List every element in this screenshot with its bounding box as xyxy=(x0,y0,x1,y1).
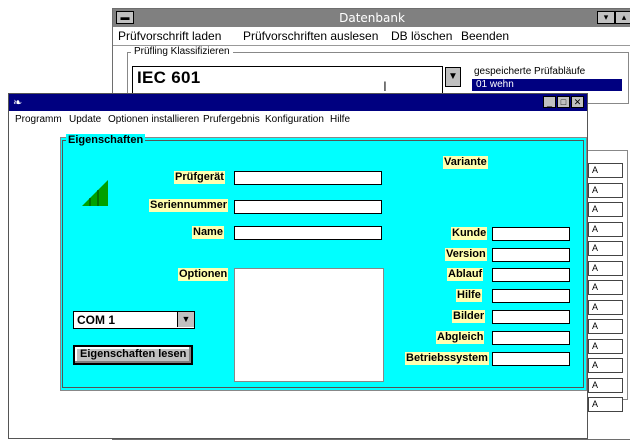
classification-value: IEC 601 xyxy=(137,68,201,87)
back-list-row[interactable]: A xyxy=(588,163,623,178)
label-variante: Variante xyxy=(443,156,488,169)
label-kunde: Kunde xyxy=(451,227,488,240)
minimize-icon[interactable]: _ xyxy=(543,96,556,108)
app-icon[interactable]: ❧ xyxy=(13,96,22,109)
back-list-row[interactable]: A xyxy=(588,260,623,276)
optionen-list[interactable] xyxy=(234,268,384,382)
read-properties-button-label: Eigenschaften lesen xyxy=(80,348,187,360)
back-list-row[interactable]: A xyxy=(588,241,623,256)
pruefgeraet-field[interactable] xyxy=(234,171,382,185)
menu-optionen-installieren[interactable]: Optionen installieren xyxy=(108,114,199,125)
menu-konfiguration[interactable]: Konfiguration xyxy=(265,114,324,125)
menu-pruefergebnis[interactable]: Prufergebnis xyxy=(203,114,260,125)
label-bilder: Bilder xyxy=(452,310,486,323)
label-ablauf: Ablauf xyxy=(447,268,484,281)
back-list-row[interactable]: A xyxy=(588,397,623,412)
maximize-icon[interactable]: ▴ xyxy=(615,11,630,24)
chevron-down-icon[interactable]: ▼ xyxy=(177,312,194,327)
main-menubar: Programm Update Optionen installieren Pr… xyxy=(9,111,587,128)
hilfe-field[interactable] xyxy=(492,289,570,303)
saved-runs-item[interactable]: 01 wehn xyxy=(476,79,514,90)
datenbank-menubar: Prüfvorschrift laden Prüfvorschriften au… xyxy=(113,27,630,46)
classification-dropdown-button[interactable]: ▼ xyxy=(445,67,461,87)
maximize-icon[interactable]: □ xyxy=(557,96,570,108)
label-pruefgeraet: Prüfgerät xyxy=(174,171,225,184)
version-field[interactable] xyxy=(492,248,570,262)
back-list-row[interactable]: A xyxy=(588,299,623,315)
com-port-value: COM 1 xyxy=(77,313,116,327)
back-list-row[interactable]: A xyxy=(588,221,623,237)
label-name: Name xyxy=(192,226,224,239)
main-titlebar[interactable]: ❧ _ □ ✕ xyxy=(9,94,587,111)
ablauf-field[interactable] xyxy=(492,268,570,282)
label-betriebssystem: Betriebssystem xyxy=(405,352,489,365)
name-field[interactable] xyxy=(234,226,382,240)
back-list-row[interactable]: A xyxy=(588,377,623,393)
menu-update[interactable]: Update xyxy=(69,114,101,125)
signal-strength-icon xyxy=(82,180,108,206)
menu-programm[interactable]: Programm xyxy=(15,114,62,125)
bilder-field[interactable] xyxy=(492,310,570,324)
seriennummer-field[interactable] xyxy=(234,200,382,214)
kunde-field[interactable] xyxy=(492,227,570,241)
menu-db-loeschen[interactable]: DB löschen xyxy=(391,29,452,43)
label-abgleich: Abgleich xyxy=(436,331,485,344)
back-list-row[interactable]: A xyxy=(588,202,623,217)
datenbank-titlebar[interactable]: ▬ Datenbank ▾ ▴ xyxy=(113,9,630,27)
menu-pruefvorschrift-laden[interactable]: Prüfvorschrift laden xyxy=(118,29,221,43)
menu-pruefvorschriften-auslesen[interactable]: Prüfvorschriften auslesen xyxy=(243,29,378,43)
betriebssystem-field[interactable] xyxy=(492,352,570,366)
label-optionen: Optionen xyxy=(178,268,229,281)
back-list-row[interactable]: A xyxy=(588,358,623,373)
properties-title: Eigenschaften xyxy=(66,134,146,146)
back-list-row[interactable]: A xyxy=(588,280,623,295)
classification-group-label: Prüfling Klassifizieren xyxy=(131,46,233,57)
minimize-icon[interactable]: ▾ xyxy=(597,11,615,24)
abgleich-field[interactable] xyxy=(492,331,570,345)
back-list-row[interactable]: A xyxy=(588,338,623,354)
label-hilfe: Hilfe xyxy=(456,289,482,302)
saved-runs-label: gespeicherte Prüfabläufe xyxy=(474,66,586,77)
back-list-row[interactable]: A xyxy=(588,182,623,198)
back-list-row[interactable]: A xyxy=(588,319,623,334)
text-cursor-icon: I xyxy=(383,78,387,94)
label-seriennummer: Seriennummer xyxy=(149,199,229,212)
close-icon[interactable]: ✕ xyxy=(571,96,584,108)
datenbank-title: Datenbank xyxy=(339,11,405,25)
menu-beenden[interactable]: Beenden xyxy=(461,29,509,43)
label-version: Version xyxy=(445,248,487,261)
menu-hilfe[interactable]: Hilfe xyxy=(330,114,350,125)
